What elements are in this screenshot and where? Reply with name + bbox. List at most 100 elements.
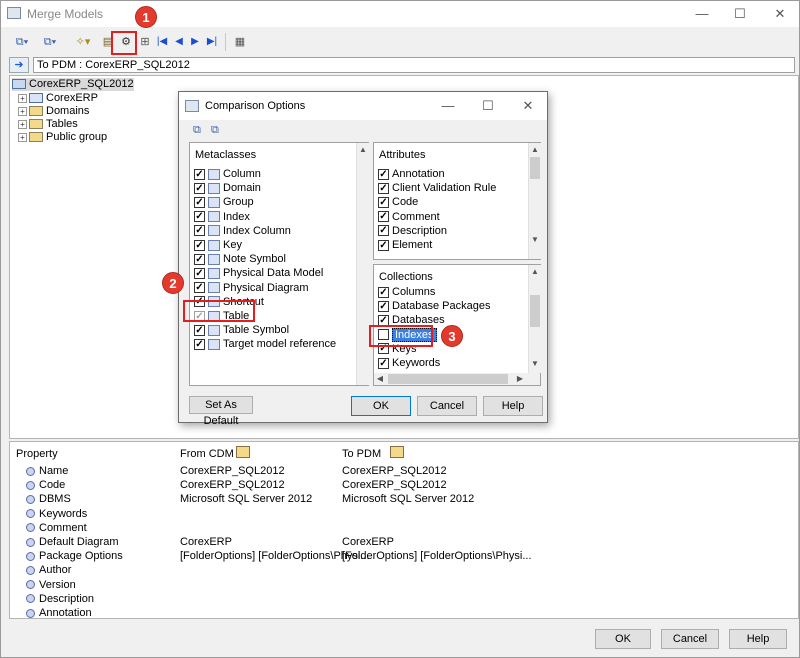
metaclass-item[interactable]: ✓ Target model reference [194,337,336,351]
attributes-scrollbar[interactable]: ▲ ▼ [528,143,541,259]
metaclass-item[interactable]: ✓ Key [194,238,242,252]
tree-root[interactable]: CorexERP_SQL2012 [12,78,134,91]
property-name[interactable]: Keywords [26,507,87,521]
attribute-item[interactable]: ✓ Element [378,238,432,252]
metaclasses-scrollbar[interactable]: ▲ [356,143,369,385]
checkbox[interactable]: ✓ [378,357,389,369]
checkbox[interactable]: ✓ [378,211,389,223]
tree-item-corexerp[interactable]: + CorexERP [18,92,98,105]
collection-item[interactable]: ✓ Keywords [378,356,440,370]
help-button[interactable]: Help [729,629,787,649]
metaclass-item[interactable]: ✓ Table Symbol [194,323,289,337]
metaclass-item[interactable]: ✓ Domain [194,181,261,195]
metaclass-item[interactable]: ✓ Physical Data Model [194,266,323,280]
metaclass-item[interactable]: ✓ Index Column [194,224,291,238]
property-name[interactable]: Name [26,464,68,478]
tree-item-public-group[interactable]: + Public group [18,131,107,144]
checkbox[interactable]: ✓ [194,225,205,237]
properties-grid: Property From CDM To PDM Name CorexERP_SQ… [9,441,799,619]
dialog-cancel-button[interactable]: Cancel [417,396,477,416]
checkbox[interactable]: ✓ [194,338,205,350]
maximize-button[interactable]: ☐ [729,5,751,23]
checkbox[interactable]: ✓ [378,286,389,298]
dialog-ok-button[interactable]: OK [351,396,411,416]
previous-icon[interactable]: ◀ [173,34,185,50]
property-name[interactable]: Author [26,563,71,577]
attribute-item[interactable]: ✓ Description [378,224,447,238]
checkbox[interactable]: ✓ [194,253,205,265]
dialog-minimize-button[interactable]: — [437,97,459,115]
select-all-icon[interactable]: ⧉▾ [11,34,33,50]
last-icon[interactable]: ▶| [205,34,219,50]
tree-item-domains[interactable]: + Domains [18,105,89,118]
property-name[interactable]: Comment [26,521,87,535]
scroll-up-icon[interactable]: ▲ [529,145,541,154]
property-name[interactable]: Version [26,578,76,592]
checkbox[interactable]: ✓ [378,182,389,194]
checkbox[interactable]: ✓ [194,182,205,194]
metaclass-item[interactable]: ✓ Physical Diagram [194,281,309,295]
scroll-left-icon[interactable]: ◀ [374,374,386,383]
first-icon[interactable]: |◀ [155,34,169,50]
checkbox[interactable]: ✓ [194,211,205,223]
dialog-close-button[interactable]: ✕ [517,97,539,115]
checkbox[interactable]: ✓ [194,324,205,336]
close-button[interactable]: ✕ [769,5,791,23]
expand-plus-icon[interactable]: + [18,119,27,129]
select-all-icon[interactable]: ⧉ [193,124,201,140]
filter-icon[interactable]: ✧▾ [69,34,97,50]
checkbox[interactable]: ✓ [194,168,205,180]
metaclass-item[interactable]: ✓ Column [194,167,261,181]
metaclass-item[interactable]: ✓ Group [194,195,254,209]
scroll-thumb[interactable] [530,157,540,179]
next-icon[interactable]: ▶ [189,34,201,50]
checkbox[interactable]: ✓ [194,282,205,294]
set-as-default-button[interactable]: Set As Default [189,396,253,427]
checkbox[interactable]: ✓ [378,239,389,251]
checkbox[interactable]: ✓ [194,239,205,251]
property-name[interactable]: Annotation [26,606,92,620]
property-name[interactable]: Code [26,478,65,492]
minimize-button[interactable]: — [691,5,713,23]
ok-button[interactable]: OK [595,629,651,649]
scroll-thumb[interactable] [530,295,540,327]
collection-item[interactable]: ✓ Columns [378,285,435,299]
scroll-up-icon[interactable]: ▲ [357,145,369,154]
property-name[interactable]: DBMS [26,492,71,506]
metaclass-item[interactable]: ✓ Note Symbol [194,252,286,266]
arrow-right-icon[interactable]: ➜ [9,57,29,73]
property-name[interactable]: Default Diagram [26,535,118,549]
attribute-item[interactable]: ✓ Annotation [378,167,445,181]
expand-plus-icon[interactable]: + [18,93,27,103]
tree-item-tables[interactable]: + Tables [18,118,78,131]
checkbox[interactable]: ✓ [378,196,389,208]
expand-icon[interactable]: ⊞ [139,34,151,50]
property-name[interactable]: Description [26,592,94,606]
deselect-icon[interactable]: ⧉▾ [39,34,61,50]
dialog-maximize-button[interactable]: ☐ [477,97,499,115]
deselect-all-icon[interactable]: ⧉ [211,124,219,140]
collections-scrollbar[interactable]: ▲ ▼ [528,265,541,373]
hscroll-thumb[interactable] [388,374,508,384]
checkbox[interactable]: ✓ [194,196,205,208]
collections-hscrollbar[interactable]: ◀ ▶ [374,373,540,385]
expand-plus-icon[interactable]: + [18,132,27,142]
checkbox[interactable]: ✓ [194,267,205,279]
scroll-down-icon[interactable]: ▼ [529,359,541,368]
expand-plus-icon[interactable]: + [18,106,27,116]
cancel-button[interactable]: Cancel [661,629,719,649]
scroll-up-icon[interactable]: ▲ [529,267,541,276]
attribute-item[interactable]: ✓ Code [378,195,418,209]
checkbox[interactable]: ✓ [378,168,389,180]
scroll-right-icon[interactable]: ▶ [514,374,526,383]
attribute-item[interactable]: ✓ Client Validation Rule [378,181,496,195]
dialog-help-button[interactable]: Help [483,396,543,416]
attribute-item[interactable]: ✓ Comment [378,210,440,224]
report-icon[interactable]: ▦ [233,34,247,50]
checkbox[interactable]: ✓ [378,225,389,237]
collection-item[interactable]: ✓ Database Packages [378,299,490,313]
scroll-down-icon[interactable]: ▼ [529,235,541,244]
metaclass-item[interactable]: ✓ Index [194,210,250,224]
property-name[interactable]: Package Options [26,549,123,563]
checkbox[interactable]: ✓ [378,300,389,312]
